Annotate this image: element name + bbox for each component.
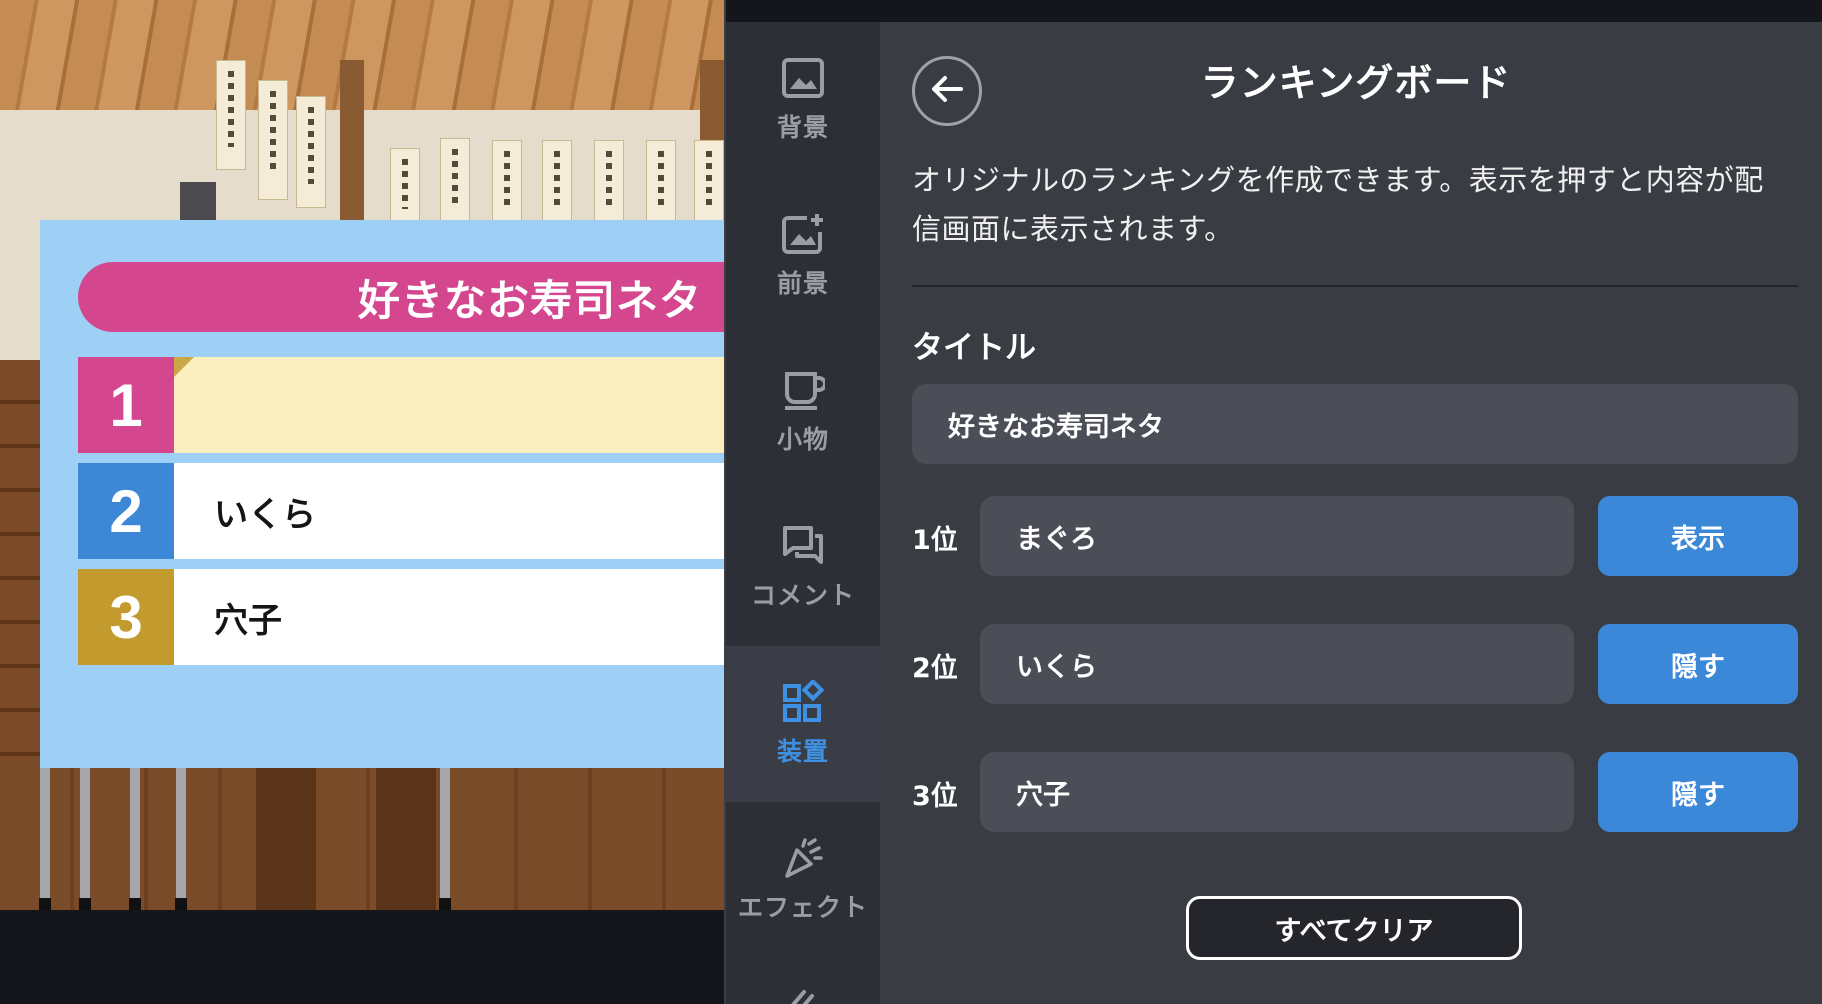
ranking-board-overlay[interactable]: 好きなお寿司ネタ 1 2 いくら 3 穴子: [40, 220, 724, 768]
panel-description: オリジナルのランキングを作成できます。表示を押すと内容が配信画面に表示されます。: [912, 163, 1764, 246]
board-rank-number: 1: [78, 357, 174, 453]
add-image-icon: [781, 212, 825, 256]
nav-item-foreground[interactable]: 前景: [726, 178, 880, 334]
party-popper-icon: [781, 836, 825, 880]
board-rank-name-text: いくら: [214, 494, 316, 535]
menu-tag: [296, 96, 326, 208]
board-rank-name: [174, 357, 724, 453]
shelf: [0, 360, 44, 780]
nav-item-effects[interactable]: エフェクト: [726, 802, 880, 958]
app-root: 好きなお寿司ネタ 1 2 いくら 3 穴子 背景 前景 小物 コメント 装置 エ…: [0, 0, 1822, 1004]
nav-item-comments[interactable]: コメント: [726, 490, 880, 646]
board-rank-name: 穴子: [174, 569, 724, 665]
nav-item-background[interactable]: 背景: [726, 22, 880, 178]
menu-tag: [694, 140, 724, 222]
board-title-bar: 好きなお寿司ネタ: [78, 262, 724, 332]
nav-label: 装置: [776, 737, 829, 766]
rank-3-hide-button[interactable]: 隠す: [1598, 752, 1798, 832]
rank-2-hide-button[interactable]: 隠す: [1598, 624, 1798, 704]
title-field-label: タイトル: [912, 330, 1036, 366]
chat-icon: [781, 524, 825, 568]
post: [376, 760, 436, 910]
more-nav-chevron-icon: [786, 986, 822, 1004]
table-leg: [129, 760, 141, 910]
image-icon: [781, 56, 825, 100]
menu-tag: [594, 140, 624, 222]
post: [256, 760, 316, 910]
rank-1-show-button[interactable]: 表示: [1598, 496, 1798, 576]
nav-label: コメント: [750, 581, 855, 610]
table-leg: [39, 760, 51, 910]
rank-3-label: 3位: [912, 781, 958, 812]
floor: [0, 760, 724, 910]
widgets-icon: [781, 680, 825, 724]
nav-label: 前景: [776, 269, 829, 298]
menu-tag: [492, 140, 522, 222]
table-leg: [79, 760, 91, 910]
menu-tag: [258, 80, 288, 200]
table-leg: [439, 760, 451, 910]
cup-icon: [781, 368, 825, 412]
title-input[interactable]: 好きなお寿司ネタ: [912, 384, 1798, 464]
board-rank-name-text: 穴子: [214, 600, 282, 641]
nav-item-props[interactable]: 小物: [726, 334, 880, 490]
rank-3-input[interactable]: 穴子: [980, 752, 1574, 832]
menu-tag: [646, 140, 676, 222]
nav-item-devices[interactable]: 装置: [726, 646, 880, 802]
page-title: ランキングボード: [1200, 61, 1512, 105]
nav-top-strip: [726, 0, 882, 22]
menu-tag: [440, 138, 470, 222]
divider: [912, 285, 1798, 287]
board-rank-row-1: 1: [78, 357, 724, 453]
board-rank-row-2: 2 いくら: [78, 463, 724, 559]
rank-1-label: 1位: [912, 525, 958, 556]
menu-tag: [216, 60, 246, 170]
side-nav: 背景 前景 小物 コメント 装置 エフェクト: [724, 0, 882, 1004]
nav-label: 小物: [776, 425, 829, 454]
rank-2-label: 2位: [912, 653, 958, 684]
board-rank-name: いくら: [174, 463, 724, 559]
board-rank-number: 2: [78, 463, 174, 559]
board-rank-row-3: 3 穴子: [78, 569, 724, 665]
menu-tag: [542, 140, 572, 222]
rank-2-input[interactable]: いくら: [980, 624, 1574, 704]
panel-top-strip: [880, 0, 1822, 22]
table-leg: [175, 760, 187, 910]
board-rank-number: 3: [78, 569, 174, 665]
clear-all-button[interactable]: すべてクリア: [1186, 896, 1522, 960]
nav-label: エフェクト: [737, 893, 868, 922]
ranking-settings-panel: ランキングボード オリジナルのランキングを作成できます。表示を押すと内容が配信画…: [880, 0, 1822, 1004]
preview-letterbox: [0, 910, 724, 1004]
stream-preview: 好きなお寿司ネタ 1 2 いくら 3 穴子: [0, 0, 724, 910]
board-title: 好きなお寿司ネタ: [357, 275, 702, 325]
corner-marker: [174, 357, 194, 377]
menu-tag: [390, 148, 420, 222]
rank-1-input[interactable]: まぐろ: [980, 496, 1574, 576]
nav-label: 背景: [776, 113, 829, 142]
